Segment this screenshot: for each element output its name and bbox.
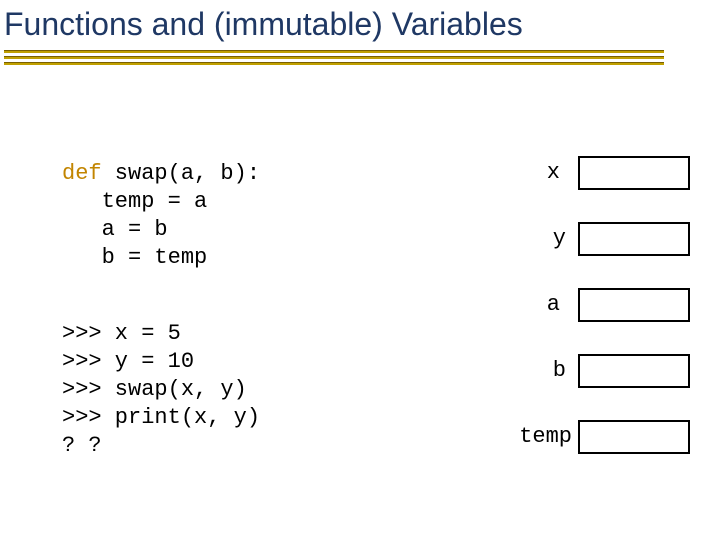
- var-row-x: x: [430, 156, 690, 196]
- var-label: y: [486, 226, 566, 251]
- repl-line: >>> x = 5: [62, 321, 181, 346]
- var-row-a: a: [430, 288, 690, 328]
- repl-block: >>> x = 5 >>> y = 10 >>> swap(x, y) >>> …: [62, 320, 260, 460]
- title-underline: [4, 50, 664, 68]
- function-signature: swap(a, b):: [102, 161, 260, 186]
- repl-line: >>> y = 10: [62, 349, 194, 374]
- code-line: b = temp: [62, 245, 207, 270]
- code-line: a = b: [62, 217, 168, 242]
- repl-line: >>> swap(x, y): [62, 377, 247, 402]
- variable-diagram: x y a b temp: [430, 156, 690, 486]
- keyword-def: def: [62, 161, 102, 186]
- rule-line: [4, 62, 664, 65]
- var-row-temp: temp: [430, 420, 690, 460]
- var-label: x: [480, 160, 560, 185]
- var-label: b: [486, 358, 566, 383]
- repl-line: ? ?: [62, 433, 102, 458]
- slide-title: Functions and (immutable) Variables: [4, 6, 523, 43]
- var-box: [578, 354, 690, 388]
- var-box: [578, 288, 690, 322]
- var-box: [578, 420, 690, 454]
- code-block: def swap(a, b): temp = a a = b b = temp: [62, 160, 260, 272]
- code-line: temp = a: [62, 189, 207, 214]
- var-row-y: y: [430, 222, 690, 262]
- rule-line: [4, 50, 664, 53]
- rule-line: [4, 56, 664, 59]
- var-box: [578, 156, 690, 190]
- slide: Functions and (immutable) Variables def …: [0, 0, 720, 540]
- var-box: [578, 222, 690, 256]
- var-label: a: [480, 292, 560, 317]
- var-row-b: b: [430, 354, 690, 394]
- repl-line: >>> print(x, y): [62, 405, 260, 430]
- var-label: temp: [492, 424, 572, 449]
